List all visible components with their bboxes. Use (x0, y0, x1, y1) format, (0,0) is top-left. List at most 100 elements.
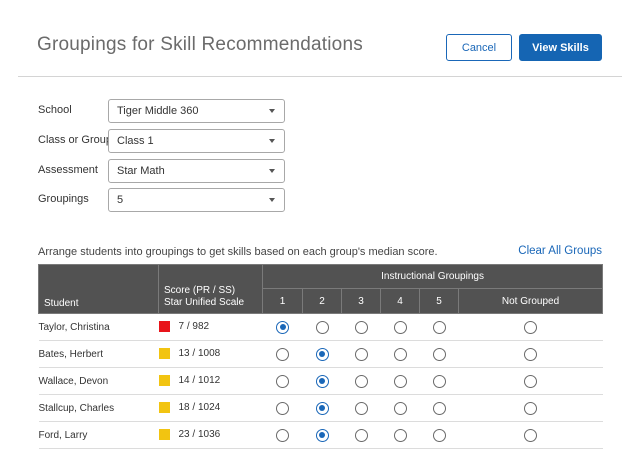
header-divider (18, 76, 622, 77)
table-row: Bates, Herbert 13 / 1008 (38, 340, 603, 368)
score-value: 14 / 1012 (178, 375, 221, 387)
cancel-button[interactable]: Cancel (446, 34, 512, 61)
group-4-radio[interactable] (393, 347, 407, 361)
group-3-cell (341, 340, 381, 368)
score-value: 23 / 1036 (178, 429, 221, 441)
not-grouped-cell (458, 421, 603, 449)
group-2-cell (302, 367, 342, 395)
benchmark-color-swatch (158, 429, 170, 441)
score-header-line1: Score (PR / SS) (164, 285, 236, 296)
group-1-radio[interactable] (276, 320, 289, 334)
assessment-select[interactable]: Star Math (108, 159, 285, 183)
groupings-table: Student Score (PR / SS) Star Unified Sca… (38, 264, 604, 449)
group-2-radio[interactable] (315, 428, 329, 442)
group-3-cell (341, 421, 381, 449)
group-3-radio[interactable] (354, 347, 368, 361)
score-value: 18 / 1024 (178, 402, 221, 414)
view-skills-button[interactable]: View Skills (519, 34, 602, 61)
caret-down-icon (269, 198, 275, 202)
table-body: Taylor, Christina 7 / 982 Bates, Herbert 13… (38, 313, 603, 449)
clear-all-groups-link[interactable]: Clear All Groups (518, 245, 602, 257)
groupings-label: Groupings (38, 193, 89, 205)
group-5-header: 5 (419, 288, 459, 314)
groupings-select[interactable]: 5 (108, 188, 285, 212)
group-4-radio[interactable] (393, 374, 407, 388)
group-5-radio[interactable] (432, 320, 446, 334)
group-3-radio[interactable] (354, 374, 368, 388)
group-2-radio[interactable] (315, 347, 329, 361)
score-cell: 14 / 1012 (158, 367, 263, 395)
score-cell: 18 / 1024 (158, 394, 263, 422)
group-1-cell (262, 340, 303, 368)
group-4-cell (380, 394, 420, 422)
benchmark-color-swatch (158, 402, 170, 414)
group-2-radio[interactable] (315, 374, 329, 388)
group-3-cell (341, 313, 381, 341)
group-1-radio[interactable] (276, 374, 289, 388)
not-grouped-header: Not Grouped (457, 288, 604, 314)
group-1-radio[interactable] (276, 401, 289, 415)
group-3-cell (341, 394, 381, 422)
group-3-radio[interactable] (354, 401, 368, 415)
class-or-group-select-value: Class 1 (117, 135, 154, 147)
group-3-cell (341, 367, 381, 395)
groupings-select-value: 5 (117, 194, 124, 206)
group-4-radio[interactable] (393, 428, 407, 442)
caret-down-icon (269, 109, 275, 113)
group-4-radio[interactable] (393, 320, 407, 334)
group-2-cell (302, 394, 342, 422)
group-1-cell (262, 394, 303, 422)
group-5-radio[interactable] (432, 428, 446, 442)
not-grouped-radio[interactable] (524, 374, 538, 388)
not-grouped-radio[interactable] (524, 320, 538, 334)
student-name: Bates, Herbert (38, 340, 159, 368)
group-2-radio[interactable] (315, 320, 329, 334)
class-or-group-select[interactable]: Class 1 (108, 129, 285, 153)
student-column-header: Student (38, 264, 159, 314)
group-1-cell (262, 421, 303, 449)
group-4-radio[interactable] (393, 401, 407, 415)
group-4-cell (380, 313, 420, 341)
group-1-cell (262, 313, 303, 341)
instructions-text: Arrange students into groupings to get s… (38, 246, 438, 258)
group-5-radio[interactable] (432, 347, 446, 361)
group-3-radio[interactable] (354, 320, 368, 334)
student-name: Ford, Larry (38, 421, 159, 449)
instructional-groupings-header: Instructional Groupings (261, 264, 604, 289)
group-1-radio[interactable] (276, 428, 289, 442)
score-cell: 13 / 1008 (158, 340, 263, 368)
group-5-cell (419, 340, 459, 368)
group-4-cell (380, 421, 420, 449)
not-grouped-cell (458, 340, 603, 368)
group-4-cell (380, 367, 420, 395)
group-2-radio[interactable] (315, 401, 329, 415)
score-column-header: Score (PR / SS) Star Unified Scale (158, 264, 263, 314)
group-5-radio[interactable] (432, 401, 446, 415)
group-4-header: 4 (380, 288, 420, 314)
table-row: Taylor, Christina 7 / 982 (38, 313, 603, 341)
not-grouped-cell (458, 367, 603, 395)
group-2-cell (302, 340, 342, 368)
assessment-select-value: Star Math (117, 165, 165, 177)
group-2-header: 2 (302, 288, 342, 314)
page-title: Groupings for Skill Recommendations (37, 34, 363, 55)
score-cell: 23 / 1036 (158, 421, 263, 449)
group-3-radio[interactable] (354, 428, 368, 442)
score-value: 7 / 982 (178, 321, 210, 333)
group-1-radio[interactable] (276, 347, 289, 361)
group-5-cell (419, 367, 459, 395)
table-row: Ford, Larry 23 / 1036 (38, 421, 603, 449)
table-row: Stallcup, Charles 18 / 1024 (38, 394, 603, 422)
not-grouped-radio[interactable] (524, 347, 538, 361)
not-grouped-radio[interactable] (524, 428, 538, 442)
not-grouped-cell (458, 394, 603, 422)
group-5-radio[interactable] (432, 374, 446, 388)
benchmark-color-swatch (158, 348, 170, 360)
school-select[interactable]: Tiger Middle 360 (108, 99, 285, 123)
not-grouped-radio[interactable] (524, 401, 538, 415)
group-2-cell (302, 421, 342, 449)
group-1-cell (262, 367, 303, 395)
group-5-cell (419, 394, 459, 422)
group-1-header: 1 (262, 288, 303, 314)
group-4-cell (380, 340, 420, 368)
